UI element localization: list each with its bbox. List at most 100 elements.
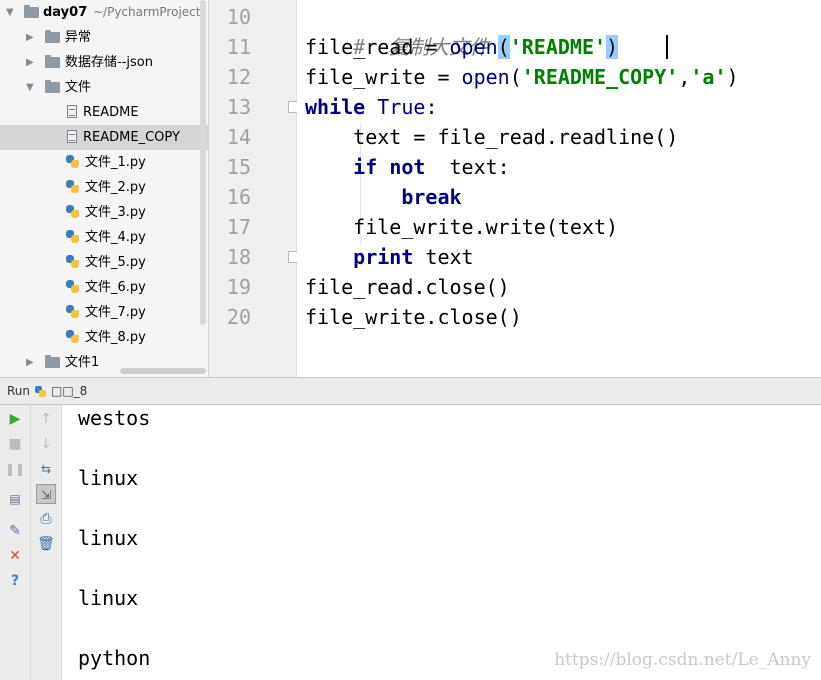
tree-item-label: 文件_6.py	[85, 280, 146, 295]
scroll-to-end-icon[interactable]: ⇲	[36, 484, 56, 504]
matched-brace: (	[497, 35, 510, 59]
keyword-token: while	[305, 95, 366, 119]
tree-item-file[interactable]: 文件_1.py	[0, 150, 208, 175]
console-output[interactable]: westos linux linux linux python https://…	[62, 405, 821, 680]
code-token: text:	[425, 155, 510, 179]
console-line: westos	[78, 406, 151, 430]
scroll-up-icon[interactable]: ↑	[36, 409, 56, 429]
code-line-13: while True:	[305, 92, 437, 122]
code-token: file_read.close()	[305, 275, 510, 299]
collapse-arrow-icon[interactable]: ▶	[26, 25, 34, 50]
code-token: )	[726, 65, 739, 89]
run-config-name[interactable]: □□_8	[51, 384, 87, 398]
text-file-icon	[67, 130, 77, 143]
layout-icon[interactable]: ▤	[5, 489, 25, 509]
code-token: (	[509, 65, 522, 89]
soft-wrap-icon[interactable]: ⇆	[36, 459, 56, 479]
python-file-icon	[66, 205, 79, 218]
folder-icon	[45, 355, 60, 368]
expand-arrow-icon[interactable]: ▼	[6, 0, 14, 25]
line-number: 19	[226, 275, 251, 299]
tree-item-folder[interactable]: ▶ 数据存储--json	[0, 50, 208, 75]
tree-item-file[interactable]: 文件_8.py	[0, 325, 208, 350]
line-number: 13	[226, 95, 251, 119]
code-line-14: text = file_read.readline()	[305, 122, 678, 152]
stop-icon[interactable]: ■	[5, 434, 25, 454]
line-number: 14	[226, 125, 251, 149]
string-token: 'a'	[690, 65, 727, 89]
collapse-arrow-icon[interactable]: ▶	[26, 50, 34, 75]
code-token: file_read =	[305, 35, 450, 59]
keyword-token: not	[389, 155, 426, 179]
tree-item-file[interactable]: 文件_3.py	[0, 200, 208, 225]
code-token: text	[413, 245, 474, 269]
code-editor[interactable]: # 复制大文件 file_read = open('README') file_…	[297, 0, 821, 377]
builtin-token: open	[461, 65, 510, 89]
tree-item-label: 文件	[65, 80, 92, 95]
project-path: ~/PycharmProject	[93, 5, 201, 19]
line-number: 12	[226, 65, 251, 89]
text-caret	[666, 35, 668, 59]
scroll-down-icon[interactable]: ↓	[36, 434, 56, 454]
pin-icon[interactable]: ✎	[5, 521, 25, 541]
tree-item-label: 文件_8.py	[85, 330, 146, 345]
matched-brace: )	[606, 35, 619, 59]
console-line: linux	[78, 526, 139, 550]
project-name: day07	[43, 5, 88, 20]
keyword-token: print	[353, 245, 414, 269]
tree-item-file-selected[interactable]: README_COPY	[0, 125, 208, 150]
tree-item-file[interactable]: 文件_7.py	[0, 300, 208, 325]
code-line-19: file_read.close()	[305, 272, 510, 302]
trash-icon[interactable]: 🗑	[36, 534, 56, 554]
line-number-gutter[interactable]: 10 11 12 13 14 15 16 17 18 19 20	[209, 0, 297, 377]
run-toolbar-primary: ▶ ■ ❚❚ ▤ ✎ ✕ ?	[0, 405, 31, 680]
collapse-arrow-icon[interactable]: ▶	[26, 350, 34, 375]
close-icon[interactable]: ✕	[5, 546, 25, 566]
tree-item-label: 异常	[65, 30, 92, 45]
code-line-16: break	[305, 182, 461, 212]
folder-icon	[45, 80, 60, 93]
line-number: 10	[226, 5, 251, 29]
tree-item-label: 文件_1.py	[85, 155, 146, 170]
python-file-icon	[66, 255, 79, 268]
tree-root-day07[interactable]: ▼ day07 ~/PycharmProject	[0, 0, 208, 25]
code-token: file_write.write(text)	[305, 215, 619, 239]
code-line-15: if not text:	[305, 152, 510, 182]
folder-icon	[45, 30, 60, 43]
tree-item-file[interactable]: 文件_5.py	[0, 250, 208, 275]
line-number: 17	[226, 215, 251, 239]
pause-icon[interactable]: ❚❚	[5, 459, 25, 479]
tree-item-label: 文件_5.py	[85, 255, 146, 270]
tree-item-folder[interactable]: ▼ 文件	[0, 75, 208, 100]
python-file-icon	[66, 280, 79, 293]
tree-item-file[interactable]: README	[0, 100, 208, 125]
help-icon[interactable]: ?	[5, 571, 25, 591]
python-file-icon	[66, 180, 79, 193]
expand-arrow-icon[interactable]: ▼	[26, 75, 34, 100]
builtin-token: open	[449, 35, 498, 59]
rerun-icon[interactable]: ▶	[5, 409, 25, 429]
string-token: 'README'	[509, 35, 607, 59]
code-token: file_write.close()	[305, 305, 522, 329]
text-file-icon	[67, 105, 77, 118]
run-tool-window-header[interactable]: Run □□_8	[0, 377, 821, 405]
tree-vertical-scrollbar[interactable]	[200, 0, 206, 325]
code-token: text = file_read.readline()	[305, 125, 679, 149]
line-number: 16	[226, 185, 251, 209]
line-number: 15	[226, 155, 251, 179]
console-line: python	[78, 646, 151, 670]
tree-horizontal-scrollbar[interactable]	[120, 368, 206, 374]
tree-item-file[interactable]: 文件_2.py	[0, 175, 208, 200]
tree-item-file[interactable]: 文件_4.py	[0, 225, 208, 250]
tree-item-file[interactable]: 文件_6.py	[0, 275, 208, 300]
line-number: 11	[226, 35, 251, 59]
print-icon[interactable]: ⎙	[36, 509, 56, 529]
run-toolbar-secondary: ↑ ↓ ⇆ ⇲ ⎙ 🗑	[31, 405, 62, 680]
code-line-18: print text	[305, 242, 474, 272]
line-number: 20	[226, 305, 251, 329]
keyword-token: if	[353, 155, 378, 179]
tree-item-folder[interactable]: ▶ 异常	[0, 25, 208, 50]
run-label: Run	[7, 384, 31, 398]
